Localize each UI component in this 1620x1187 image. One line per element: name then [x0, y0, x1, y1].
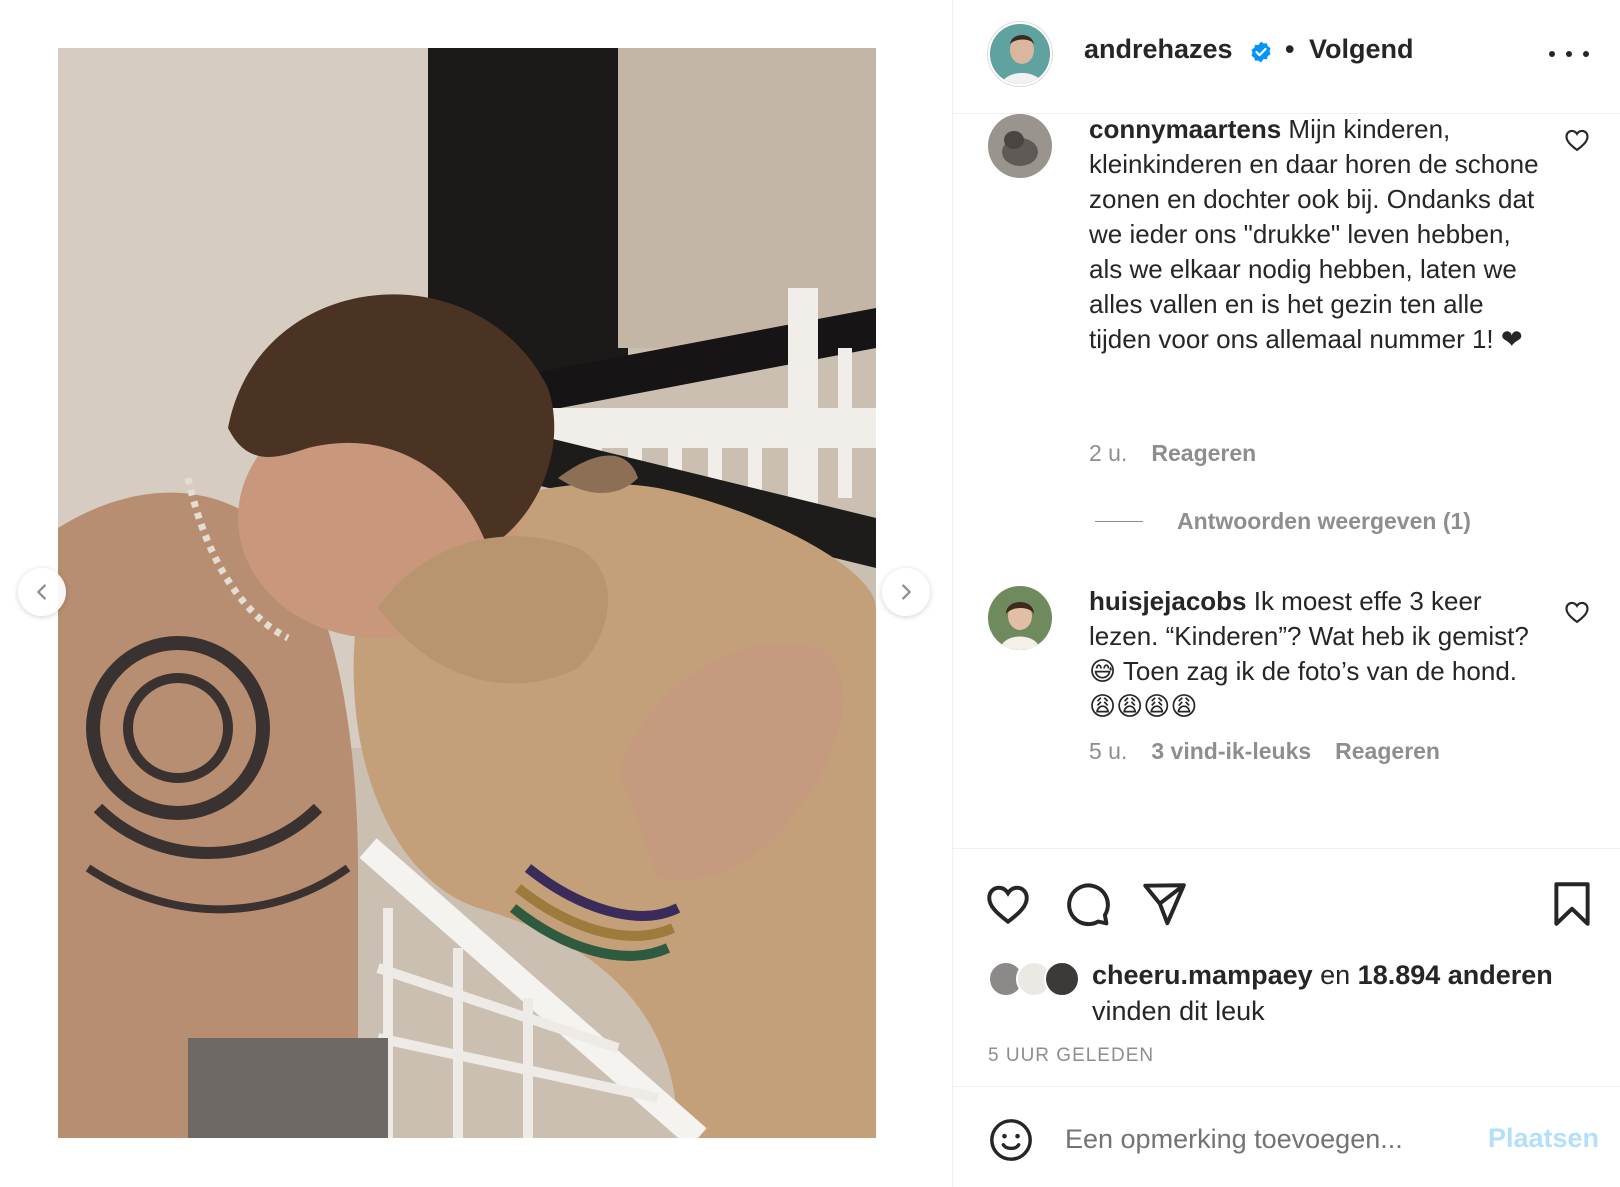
first-liker-username[interactable]: cheeru.mampaey — [1092, 960, 1313, 990]
comment-like-heart-icon[interactable] — [1563, 126, 1591, 154]
comment-username[interactable]: huisjejacobs — [1089, 586, 1247, 616]
next-photo-button[interactable] — [882, 568, 930, 616]
post-header: andrehazes • Volgend — [953, 0, 1620, 114]
post-side-panel: andrehazes • Volgend connymaartens Mijn … — [952, 0, 1620, 1187]
post-photo-illustration — [58, 48, 876, 1138]
comment-body: connymaartens Mijn kinderen, kleinkinder… — [1089, 114, 1549, 357]
likes-connector: en — [1312, 960, 1358, 990]
comment-username[interactable]: connymaartens — [1089, 114, 1281, 144]
post-actions: cheeru.mampaey en 18.894 anderen vinden … — [953, 848, 1620, 1086]
comment-text: Mijn kinderen, kleinkinderen en daar hor… — [1089, 114, 1539, 354]
comment-time: 2 u. — [1089, 440, 1128, 466]
likes-summary: cheeru.mampaey en 18.894 anderen vinden … — [988, 957, 1608, 1037]
likes-suffix: vinden dit leuk — [1092, 996, 1265, 1026]
more-options-icon[interactable] — [1549, 40, 1589, 68]
author-avatar[interactable] — [988, 22, 1052, 86]
other-likers-count[interactable]: 18.894 anderen — [1358, 960, 1553, 990]
comment-meta: 2 u. Reageren — [1089, 440, 1256, 467]
comment-like-heart-icon[interactable] — [1563, 598, 1591, 626]
media-pane — [0, 0, 952, 1187]
previous-photo-button[interactable] — [18, 568, 66, 616]
replies-divider — [1095, 521, 1143, 522]
bookmark-save-icon[interactable] — [1547, 879, 1597, 929]
commenter-avatar[interactable] — [988, 586, 1052, 650]
author-avatar-image — [990, 24, 1050, 84]
chevron-right-icon — [902, 584, 911, 600]
likes-text: cheeru.mampaey en 18.894 anderen vinden … — [1092, 957, 1612, 1029]
share-send-icon[interactable] — [1139, 879, 1189, 929]
commenter-avatar[interactable] — [988, 114, 1052, 178]
commenter-avatar-image — [988, 586, 1052, 650]
chevron-left-icon — [37, 584, 46, 600]
view-replies-label: Antwoorden weergeven (1) — [1177, 508, 1471, 534]
verified-badge-icon — [1251, 41, 1271, 63]
comment-bubble-icon[interactable] — [1062, 879, 1112, 929]
comment-time: 5 u. — [1089, 738, 1128, 764]
emoji-smiley-icon[interactable] — [988, 1117, 1034, 1163]
reply-button[interactable]: Reageren — [1151, 440, 1256, 467]
post-photo — [58, 48, 876, 1138]
commenter-avatar-image — [988, 114, 1052, 178]
liker-avatars — [988, 961, 1088, 997]
post-comment-button[interactable]: Plaatsen — [1488, 1123, 1599, 1154]
view-replies-button[interactable]: Antwoorden weergeven (1) — [1095, 508, 1471, 535]
comment-body: huisjejacobs Ik moest effe 3 keer lezen.… — [1089, 584, 1549, 724]
comments-list: connymaartens Mijn kinderen, kleinkinder… — [953, 114, 1620, 848]
like-heart-icon[interactable] — [983, 879, 1033, 929]
author-username[interactable]: andrehazes — [1084, 34, 1233, 65]
follow-status-button[interactable]: Volgend — [1309, 34, 1414, 65]
add-comment-bar: Plaatsen — [953, 1086, 1620, 1187]
comment-likes-count[interactable]: 3 vind-ik-leuks — [1151, 738, 1311, 765]
add-comment-input[interactable] — [1065, 1111, 1445, 1167]
comment-meta: 5 u. 3 vind-ik-leuks Reageren — [1089, 738, 1440, 765]
header-separator: • — [1285, 34, 1295, 64]
reply-button[interactable]: Reageren — [1335, 738, 1440, 765]
post-timestamp[interactable]: 5 UUR GELEDEN — [988, 1045, 1154, 1067]
liker-avatar — [1044, 961, 1080, 997]
